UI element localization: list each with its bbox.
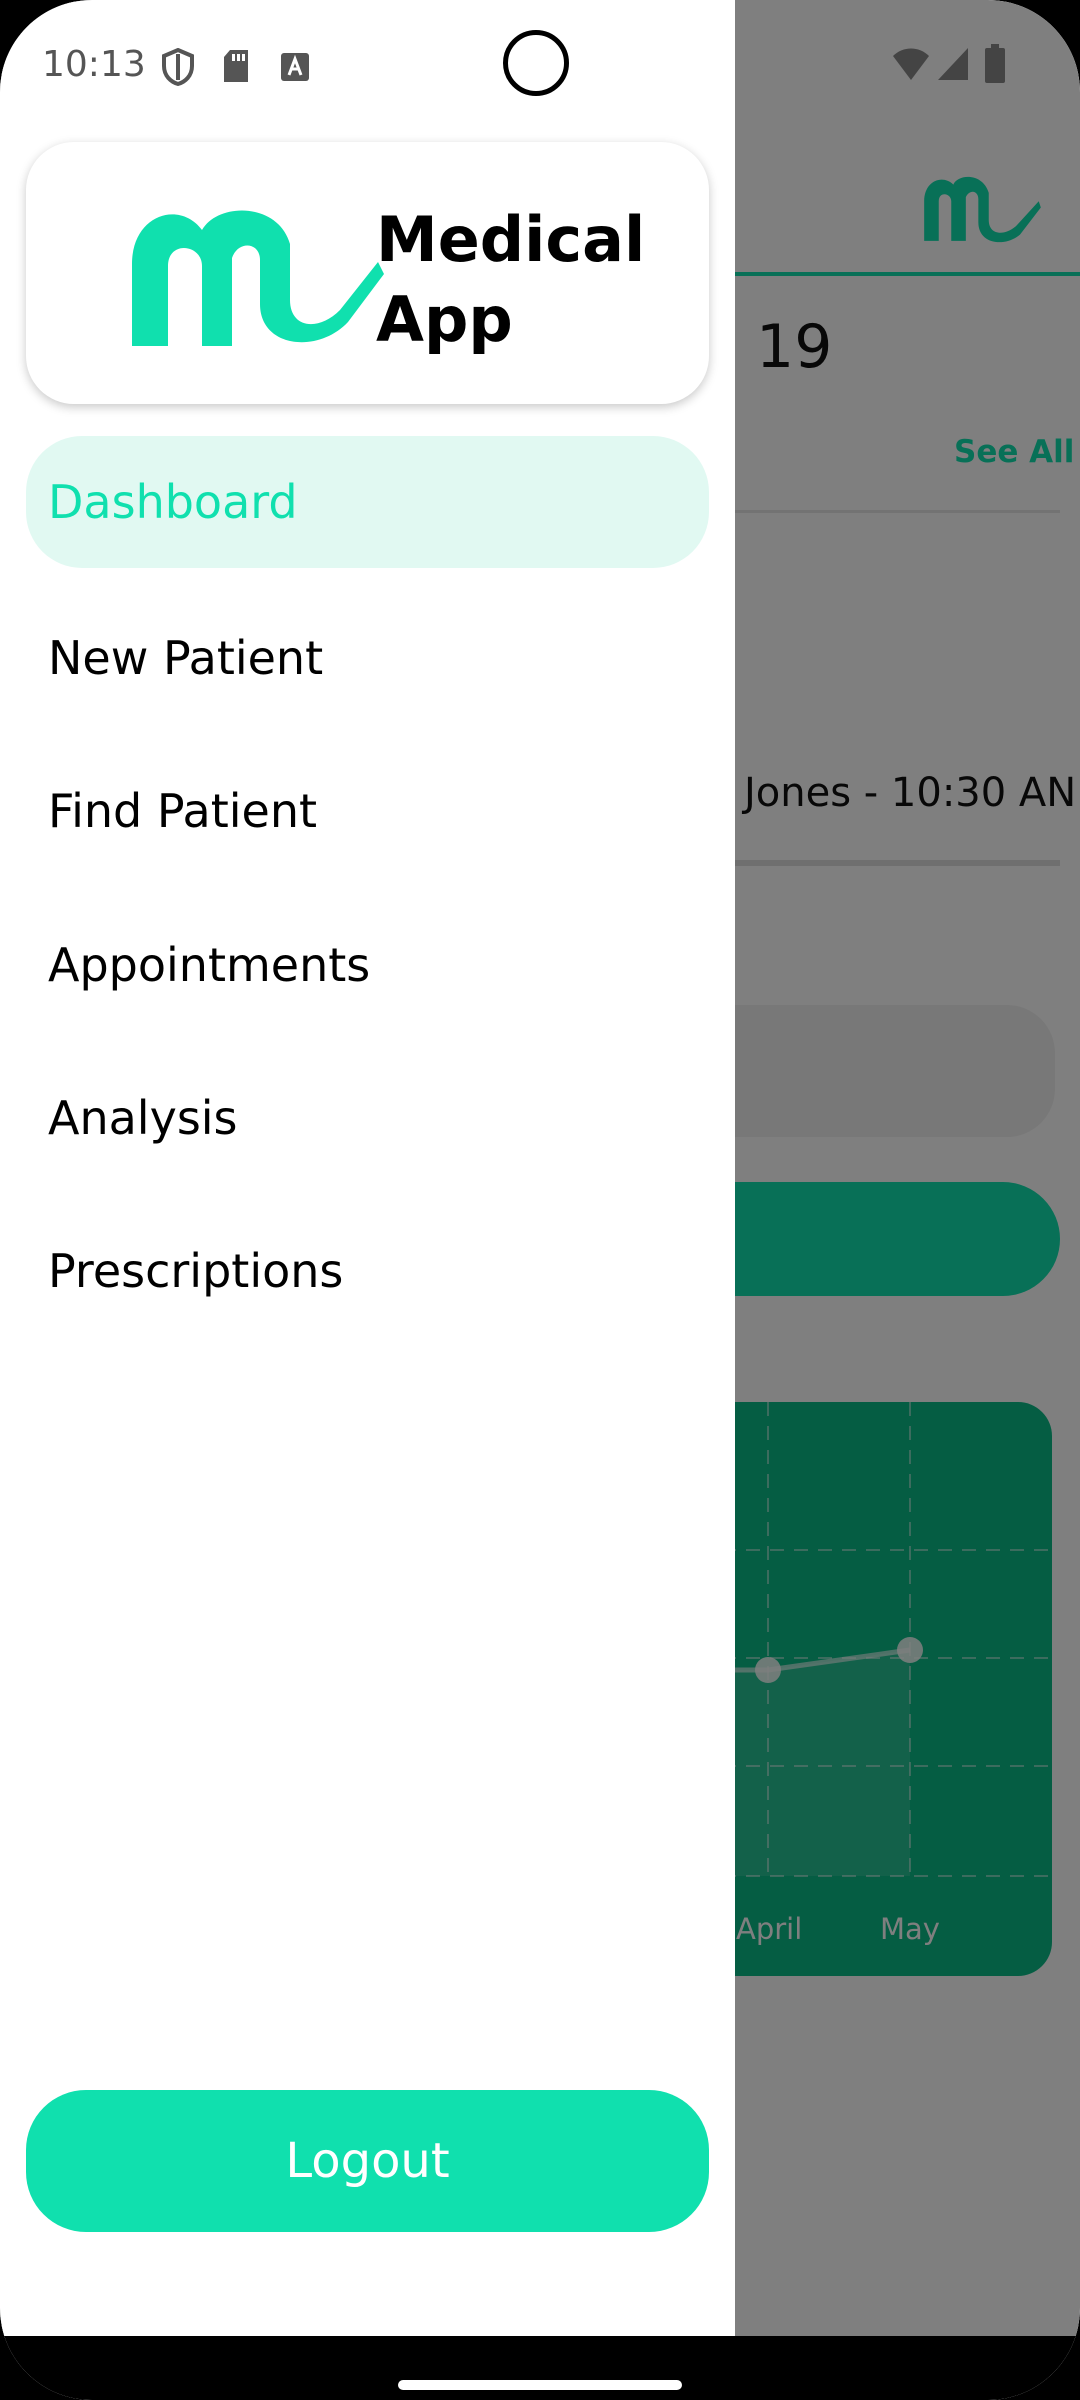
home-indicator[interactable] (398, 2380, 682, 2390)
text-a-icon (281, 53, 309, 81)
nav-item-new-patient[interactable]: New Patient (26, 592, 709, 724)
nav-item-find-patient[interactable]: Find Patient (26, 745, 709, 877)
camera-cutout (503, 30, 569, 96)
shield-icon (162, 48, 194, 86)
brand-card: Medical App (26, 142, 709, 404)
nav-item-dashboard[interactable]: Dashboard (26, 436, 709, 568)
battery-icon (985, 44, 1005, 83)
nav-item-prescriptions[interactable]: Prescriptions (26, 1205, 709, 1337)
nav-item-analysis[interactable]: Analysis (26, 1052, 709, 1184)
app-name: Medical App (376, 200, 696, 360)
sd-card-icon (224, 50, 248, 82)
cellular-signal-icon (938, 48, 968, 80)
app-name-line1: Medical (376, 203, 646, 276)
elephant-logo-icon (132, 210, 384, 346)
logout-button[interactable]: Logout (26, 2090, 709, 2232)
nav-item-appointments[interactable]: Appointments (26, 899, 709, 1031)
status-time: 10:13 (42, 44, 146, 85)
system-navigation-bar (0, 2336, 1080, 2400)
navigation-drawer: Medical App Dashboard New Patient Find P… (0, 0, 735, 2336)
app-name-line2: App (376, 283, 513, 356)
phone-screen: ary 19 See All Jones - 10:30 AN . (0, 0, 1080, 2400)
wifi-icon (893, 48, 929, 80)
